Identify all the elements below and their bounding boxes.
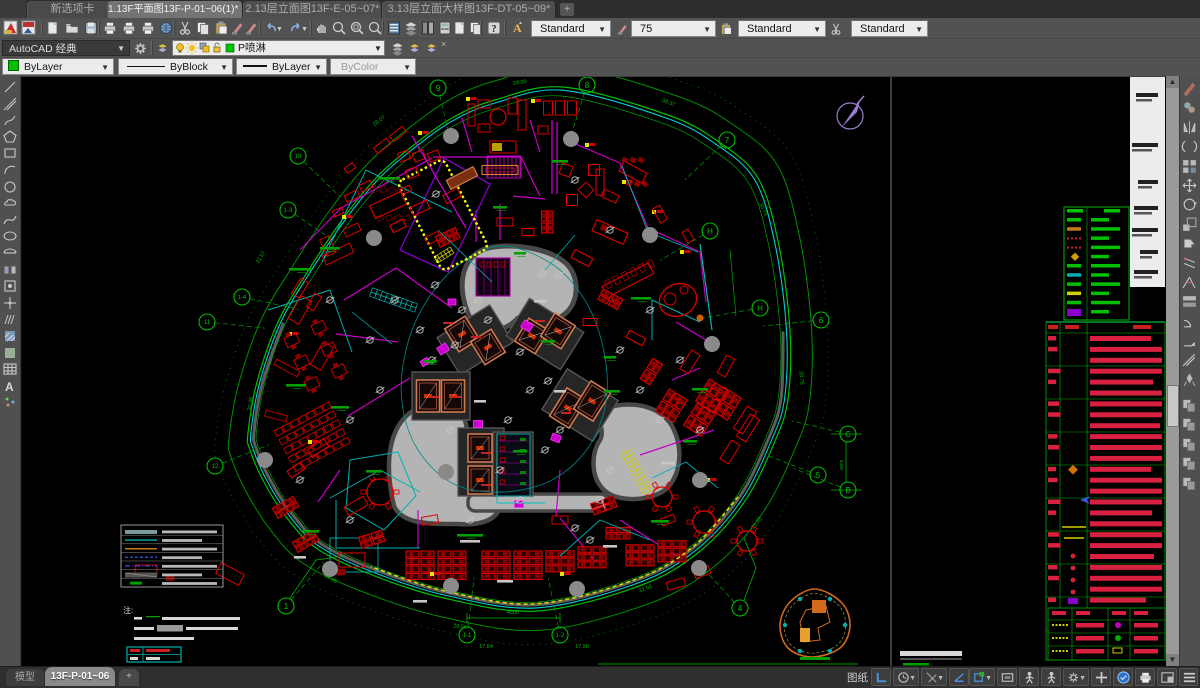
svg-text:17.84: 17.84 bbox=[479, 644, 493, 650]
svg-text:H: H bbox=[757, 304, 763, 313]
svg-text:5: 5 bbox=[816, 471, 821, 480]
svg-text:1-1: 1-1 bbox=[463, 633, 472, 639]
svg-text:28.75: 28.75 bbox=[798, 371, 805, 385]
svg-text:4500: 4500 bbox=[507, 610, 519, 616]
svg-text:A: A bbox=[5, 380, 14, 394]
svg-text:28.56: 28.56 bbox=[453, 623, 467, 630]
svg-text:10: 10 bbox=[295, 154, 302, 160]
svg-text:7: 7 bbox=[725, 136, 730, 145]
svg-text:1-2: 1-2 bbox=[556, 633, 565, 639]
svg-text:8: 8 bbox=[585, 81, 590, 90]
svg-text:9: 9 bbox=[436, 84, 441, 93]
svg-text:12: 12 bbox=[212, 464, 219, 470]
svg-text:6: 6 bbox=[819, 316, 824, 325]
svg-text:注:: 注: bbox=[123, 605, 133, 615]
svg-text:1-3: 1-3 bbox=[284, 208, 293, 214]
svg-text:11: 11 bbox=[204, 320, 211, 326]
svg-text:1-4: 1-4 bbox=[238, 295, 247, 301]
svg-text:5400: 5400 bbox=[839, 460, 844, 471]
svg-text:H: H bbox=[707, 227, 713, 236]
svg-text:4: 4 bbox=[738, 604, 743, 613]
svg-text:17.90: 17.90 bbox=[575, 644, 589, 650]
svg-text:?: ? bbox=[492, 24, 497, 35]
svg-text:1: 1 bbox=[284, 602, 289, 611]
